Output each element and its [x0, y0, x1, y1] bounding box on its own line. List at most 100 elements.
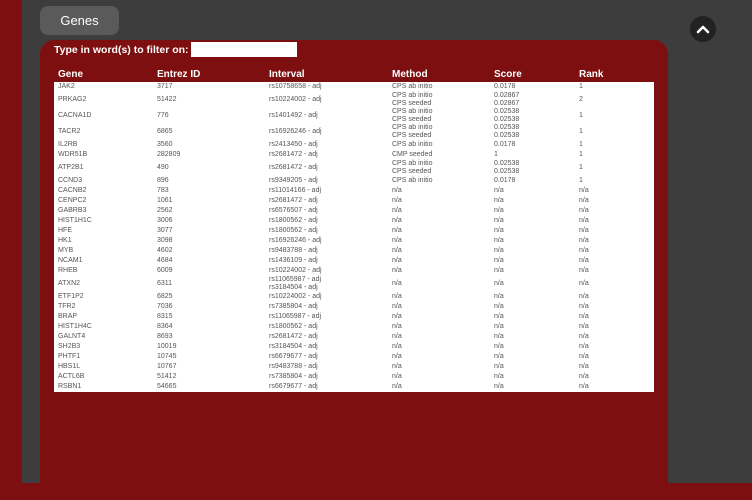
rank-cell: n/a [579, 303, 589, 310]
cell-line: rs2681472 - adj [269, 197, 318, 204]
method-cell: n/a [388, 216, 490, 226]
score-cell: 0.02538 0.02538 [490, 160, 575, 176]
table-row: CCND3 896 rs9349205 - adj CPS ab initio 0.01… [54, 176, 654, 186]
cell-line: CPS seeded [392, 132, 432, 139]
cell-line: n/a [392, 343, 402, 350]
cell-line: n/a [392, 313, 402, 320]
interval-cell: rs6576507 - adj [265, 206, 388, 216]
method-cell: CMP seeded [388, 150, 490, 160]
column-header-method[interactable]: Method [388, 68, 490, 82]
cell-line: rs11014166 - adj [269, 187, 322, 194]
gene-cell: PRKAG2 [58, 96, 87, 103]
entrez-id-cell: 8364 [157, 323, 173, 330]
interval-cell: rs2413450 - adj [265, 140, 388, 150]
cell-line: n/a [392, 237, 402, 244]
interval-cell: rs2681472 - adj [265, 332, 388, 342]
table-row: ACTL6B 51412 rs7385804 - adj n/a n/a n/a [54, 372, 654, 382]
method-cell: n/a [388, 332, 490, 342]
score-cell: n/a [490, 352, 575, 362]
method-cell: CPS ab initio [388, 82, 490, 92]
table-row: PHTF1 10745 rs6679677 - adj n/a n/a n/a [54, 352, 654, 362]
table-row: ATP2B1 490 rs2681472 - adj CPS ab initio CPS… [54, 160, 654, 176]
method-cell: n/a [388, 352, 490, 362]
gene-cell: ACTL6B [58, 373, 85, 380]
interval-cell: rs7385804 - adj [265, 372, 388, 382]
cell-line: CPS seeded [392, 116, 432, 123]
cell-line: rs1800562 - adj [269, 323, 318, 330]
gene-cell: HIST1H1C [58, 217, 92, 224]
interval-cell: rs1436109 - adj [265, 256, 388, 266]
score-cell: n/a [490, 312, 575, 322]
cell-line: CPS seeded [392, 168, 432, 175]
gene-cell: TACR2 [58, 128, 81, 135]
cell-line: n/a [494, 363, 504, 370]
entrez-id-cell: 776 [157, 112, 169, 119]
method-cell: n/a [388, 266, 490, 276]
cell-line: n/a [392, 293, 402, 300]
scroll-top-button[interactable] [690, 16, 716, 42]
interval-cell: rs3184504 - adj [265, 342, 388, 352]
interval-cell: rs10224002 - adj [265, 92, 388, 108]
gene-cell: CENPC2 [58, 197, 87, 204]
cell-line: CPS ab initio [392, 160, 433, 167]
interval-cell: rs6679677 - adj [265, 352, 388, 362]
table-row: JAK2 3717 rs10758658 - adj CPS ab initio 0.0… [54, 82, 654, 92]
cell-line: n/a [494, 323, 504, 330]
gene-cell: GALNT4 [58, 333, 86, 340]
column-header-score[interactable]: Score [490, 68, 575, 82]
entrez-id-cell: 3006 [157, 217, 173, 224]
rank-cell: n/a [579, 187, 589, 194]
score-cell: n/a [490, 256, 575, 266]
tab-genes[interactable]: Genes [40, 6, 119, 35]
interval-cell: rs10224002 - adj [265, 266, 388, 276]
cell-line: n/a [494, 333, 504, 340]
score-cell: n/a [490, 276, 575, 292]
column-header-gene[interactable]: Gene [54, 68, 153, 82]
score-cell: n/a [490, 372, 575, 382]
table-row: WDR51B 282809 rs2681472 - adj CMP seeded 1 1 [54, 150, 654, 160]
cell-line: n/a [392, 207, 402, 214]
cell-line: 0.02867 [494, 100, 520, 107]
cell-line: n/a [494, 187, 504, 194]
score-cell: n/a [490, 186, 575, 196]
score-cell: 0.0178 [490, 140, 575, 150]
cell-line: 0.02538 [494, 124, 520, 131]
score-cell: n/a [490, 206, 575, 216]
score-cell: n/a [490, 292, 575, 302]
filter-input[interactable] [190, 42, 297, 57]
table-row: MYB 4602 rs9483788 - adj n/a n/a n/a [54, 246, 654, 256]
cell-line: CPS ab initio [392, 141, 433, 148]
method-cell: n/a [388, 312, 490, 322]
gene-cell: ATXN2 [58, 280, 81, 287]
cell-line: n/a [494, 303, 504, 310]
score-cell: n/a [490, 216, 575, 226]
cell-line: 0.02538 [494, 116, 520, 123]
cell-line: rs10224002 - adj [269, 96, 322, 103]
score-cell: n/a [490, 236, 575, 246]
rank-cell: n/a [579, 383, 589, 390]
cell-line: rs6576507 - adj [269, 207, 318, 214]
column-header-interval[interactable]: Interval [265, 68, 388, 82]
rank-cell: 1 [579, 151, 583, 158]
gene-cell: CACNB2 [58, 187, 87, 194]
entrez-id-cell: 3077 [157, 227, 173, 234]
method-cell: CPS ab initio [388, 176, 490, 186]
interval-cell: rs6679677 - adj [265, 382, 388, 392]
table-body: JAK2 3717 rs10758658 - adj CPS ab initio 0.0… [54, 82, 654, 392]
table-row: CACNB2 783 rs11014166 - adj n/a n/a n/a [54, 186, 654, 196]
cell-line: 0.02538 [494, 132, 520, 139]
interval-cell: rs9483788 - adj [265, 246, 388, 256]
gene-cell: HK1 [58, 237, 72, 244]
cell-line: rs9483788 - adj [269, 363, 318, 370]
interval-cell: rs1401492 - adj [265, 108, 388, 124]
gene-cell: CCND3 [58, 177, 83, 184]
table-row: TACR2 6865 rs16926246 - adj CPS ab initio CP… [54, 124, 654, 140]
method-cell: CPS ab initio CPS seeded [388, 108, 490, 124]
entrez-id-cell: 51422 [157, 96, 177, 103]
table-row: ATXN2 6311 rs11065987 - adj rs3184504 - adj… [54, 276, 654, 292]
cell-line: n/a [494, 353, 504, 360]
column-header-entrez-id[interactable]: Entrez ID [153, 68, 265, 82]
column-header-rank[interactable]: Rank [575, 68, 654, 82]
score-cell: 0.0178 [490, 82, 575, 92]
cell-line: n/a [392, 197, 402, 204]
